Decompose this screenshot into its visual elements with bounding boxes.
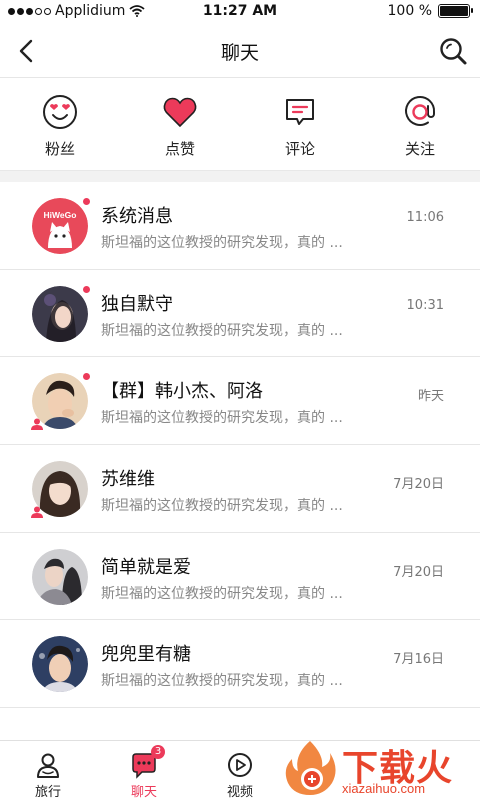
tab-label: 视频	[226, 785, 253, 800]
status-right: 100 %	[387, 3, 473, 19]
message-row[interactable]: 兜兜里有糖 斯坦福的这位教授的研究发现，真的 ... 7月16日	[0, 620, 480, 709]
battery-percent: 100 %	[387, 3, 432, 19]
avatar	[32, 285, 88, 342]
tab-label: 聊天	[130, 785, 157, 800]
message-time: 7月20日	[393, 564, 444, 580]
tab-chat[interactable]: 3 聊天	[96, 741, 192, 800]
comment-icon	[286, 99, 314, 125]
message-name: 【群】韩小杰、阿洛	[101, 381, 263, 403]
page-title: 聊天	[220, 42, 259, 64]
group-icon	[31, 418, 43, 431]
person-icon	[37, 753, 59, 778]
quick-action-label: 关注	[404, 140, 435, 158]
heart-eyes-face-icon	[43, 95, 77, 129]
watermark: 下载火 xiazaihuo.com	[280, 735, 480, 800]
message-preview: 斯坦福的这位教授的研究发现，真的 ...	[101, 498, 343, 515]
unread-dot	[83, 198, 90, 205]
message-preview: 斯坦福的这位教授的研究发现，真的 ...	[101, 410, 343, 427]
group-icon	[31, 506, 43, 519]
message-preview: 斯坦福的这位教授的研究发现，真的 ...	[101, 585, 343, 602]
message-list: HiWeGo 系统消息 斯坦福的这位教授的研究发现，真的 ... 11:06 独…	[0, 182, 480, 709]
quick-action-label: 粉丝	[44, 140, 75, 158]
message-preview: 斯坦福的这位教授的研究发现，真的 ...	[101, 673, 343, 690]
avatar	[32, 636, 88, 693]
quick-action-label: 点赞	[164, 140, 195, 158]
message-row[interactable]: 苏维维 斯坦福的这位教授的研究发现，真的 ... 7月20日	[0, 445, 480, 533]
status-bar: Applidium 11:27 AM 100 %	[0, 0, 480, 24]
tab-badge: 3	[151, 745, 165, 759]
avatar: HiWeGo	[32, 198, 88, 254]
message-time: 10:31	[406, 297, 444, 313]
message-time: 7月20日	[393, 477, 444, 493]
quick-action-follow[interactable]: 关注	[360, 78, 480, 170]
quick-action-likes[interactable]: 点赞	[120, 78, 240, 170]
heart-icon	[163, 97, 197, 128]
tab-travel[interactable]: 旅行	[0, 741, 96, 800]
message-name: 苏维维	[101, 469, 155, 491]
quick-action-comments[interactable]: 评论	[240, 78, 360, 170]
message-name: 简单就是爱	[101, 556, 191, 578]
unread-dot	[83, 373, 90, 381]
message-time: 7月16日	[393, 652, 444, 668]
message-name: 兜兜里有糖	[101, 644, 191, 666]
quick-actions: 粉丝 点赞 评论 关注	[0, 78, 480, 170]
at-sign-icon	[405, 96, 436, 126]
quick-action-fans[interactable]: 粉丝	[0, 78, 120, 170]
avatar	[32, 548, 88, 605]
message-row[interactable]: 【群】韩小杰、阿洛 斯坦福的这位教授的研究发现，真的 ... 昨天	[0, 357, 480, 446]
battery-icon	[438, 4, 473, 18]
message-row-system[interactable]: HiWeGo 系统消息 斯坦福的这位教授的研究发现，真的 ... 11:06	[0, 182, 480, 270]
message-name: 系统消息	[101, 206, 173, 227]
section-divider	[0, 170, 480, 182]
search-icon[interactable]	[438, 36, 468, 66]
message-time: 昨天	[417, 389, 444, 405]
message-row[interactable]: 独自默守 斯坦福的这位教授的研究发现，真的 ... 10:31	[0, 270, 480, 358]
flame-logo-icon	[285, 741, 336, 795]
nav-bar: 聊天	[0, 24, 480, 78]
tab-video[interactable]: 视频	[192, 741, 288, 800]
message-preview: 斯坦福的这位教授的研究发现，真的 ...	[101, 235, 343, 251]
play-circle-icon	[228, 753, 252, 777]
watermark-url: xiazaihuo.com	[342, 781, 426, 796]
quick-action-label: 评论	[284, 140, 315, 158]
message-time: 11:06	[406, 210, 444, 225]
unread-dot	[83, 285, 90, 293]
tab-label: 旅行	[34, 785, 61, 800]
message-preview: 斯坦福的这位教授的研究发现，真的 ...	[101, 322, 343, 339]
avatar-logo-text: HiWeGo	[44, 210, 77, 220]
message-row[interactable]: 简单就是爱 斯坦福的这位教授的研究发现，真的 ... 7月20日	[0, 533, 480, 621]
message-name: 独自默守	[101, 293, 173, 315]
